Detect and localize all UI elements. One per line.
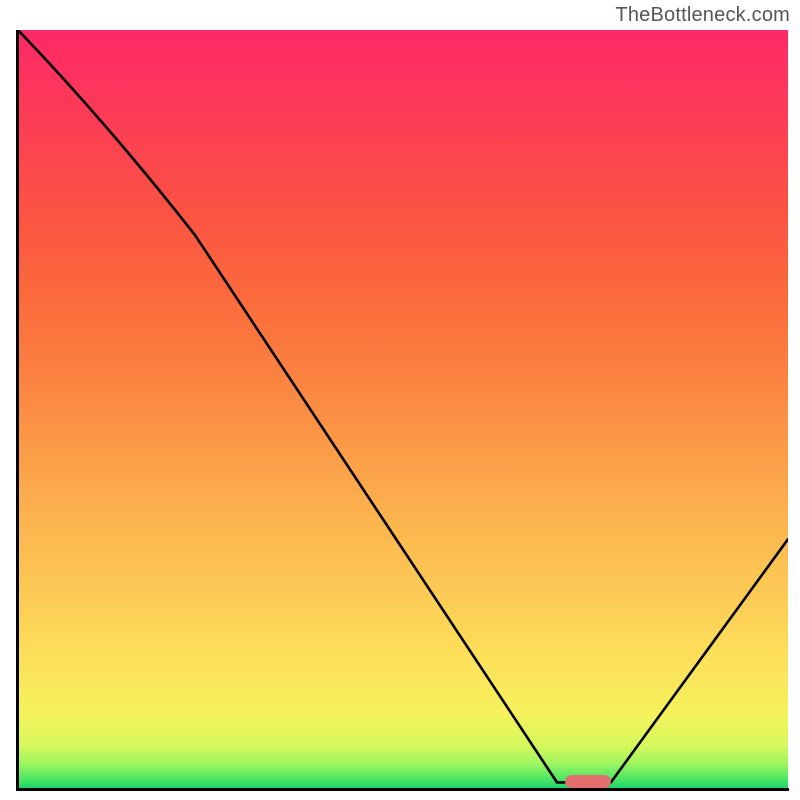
attribution-label: TheBottleneck.com	[615, 4, 790, 27]
bottleneck-chart: TheBottleneck.com	[0, 0, 800, 800]
plot-gradient-background	[18, 30, 788, 790]
optimal-marker	[565, 775, 611, 788]
y-axis	[16, 30, 19, 790]
x-axis	[16, 788, 789, 791]
